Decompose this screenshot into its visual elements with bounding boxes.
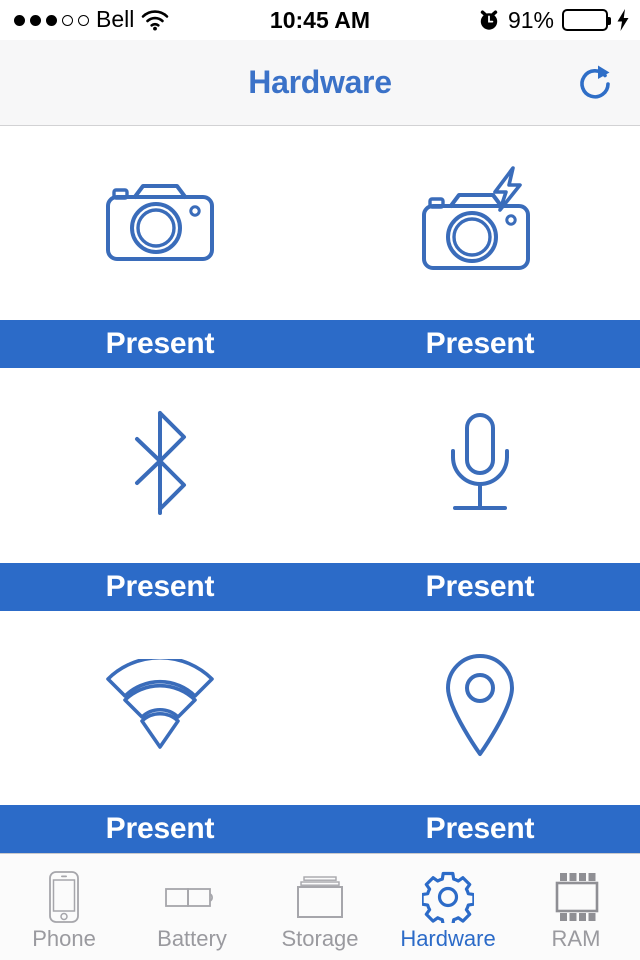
- tab-label-battery: Battery: [157, 926, 227, 951]
- ram-chip-icon: [551, 870, 601, 924]
- hardware-cell-camera-flash[interactable]: [320, 126, 640, 320]
- location-pin-icon: [438, 651, 522, 764]
- phone-icon: [44, 870, 84, 924]
- lightning-bolt-icon: [616, 8, 630, 32]
- hardware-cell-camera[interactable]: [0, 126, 320, 320]
- gear-icon: [422, 870, 474, 924]
- hardware-cell-microphone[interactable]: [320, 368, 640, 562]
- alarm-clock-icon: [478, 8, 500, 32]
- hardware-block: Present Present: [0, 126, 640, 369]
- wifi-fan-icon: [105, 656, 215, 756]
- hardware-icon-row: [0, 610, 640, 805]
- tab-ram[interactable]: RAM: [512, 854, 640, 960]
- hardware-status-band: Present Present: [0, 320, 640, 369]
- hardware-cell-bluetooth[interactable]: [0, 368, 320, 562]
- tab-bar: Phone Battery Storage Hardware RAM: [0, 853, 640, 960]
- status-camera: Present: [105, 327, 215, 361]
- status-wifi: Present: [105, 811, 215, 845]
- hardware-block: Present Present: [0, 368, 640, 611]
- tab-storage[interactable]: Storage: [256, 854, 384, 960]
- navigation-bar: Hardware: [0, 40, 640, 126]
- hardware-status-band: Present Present: [0, 562, 640, 611]
- tab-phone[interactable]: Phone: [0, 854, 128, 960]
- hardware-list: Present Present Present Present Present …: [0, 126, 640, 853]
- refresh-icon[interactable]: [570, 57, 622, 109]
- hardware-cell-wifi[interactable]: [0, 611, 320, 805]
- status-camera-flash: Present: [425, 327, 535, 361]
- battery-percent-label: 91%: [507, 6, 554, 33]
- status-bar: Bell 10:45 AM 91%: [0, 0, 640, 40]
- status-location: Present: [425, 811, 535, 845]
- battery-icon: [164, 870, 220, 924]
- hardware-icon-row: [0, 368, 640, 563]
- camera-icon: [100, 171, 220, 276]
- storage-icon: [295, 870, 345, 924]
- hardware-cell-location[interactable]: [320, 611, 640, 805]
- battery-icon: [562, 9, 611, 31]
- tab-label-phone: Phone: [32, 926, 96, 951]
- tab-battery[interactable]: Battery: [128, 854, 256, 960]
- status-bar-right: 91%: [478, 0, 630, 40]
- tab-label-storage: Storage: [281, 926, 359, 951]
- status-bluetooth: Present: [105, 569, 215, 603]
- bluetooth-icon: [121, 409, 199, 522]
- page-title: Hardware: [248, 64, 392, 100]
- hardware-icon-row: [0, 126, 640, 321]
- tab-hardware[interactable]: Hardware: [384, 854, 512, 960]
- microphone-icon: [437, 409, 523, 522]
- hardware-block: Present Present: [0, 610, 640, 853]
- app-root: Bell 10:45 AM 91% Hardware Present Prese…: [0, 0, 640, 960]
- hardware-status-band: Present Present: [0, 804, 640, 853]
- tab-label-ram: RAM: [551, 926, 601, 951]
- camera-flash-icon: [416, 162, 544, 285]
- tab-label-hardware: Hardware: [400, 926, 496, 951]
- status-microphone: Present: [425, 569, 535, 603]
